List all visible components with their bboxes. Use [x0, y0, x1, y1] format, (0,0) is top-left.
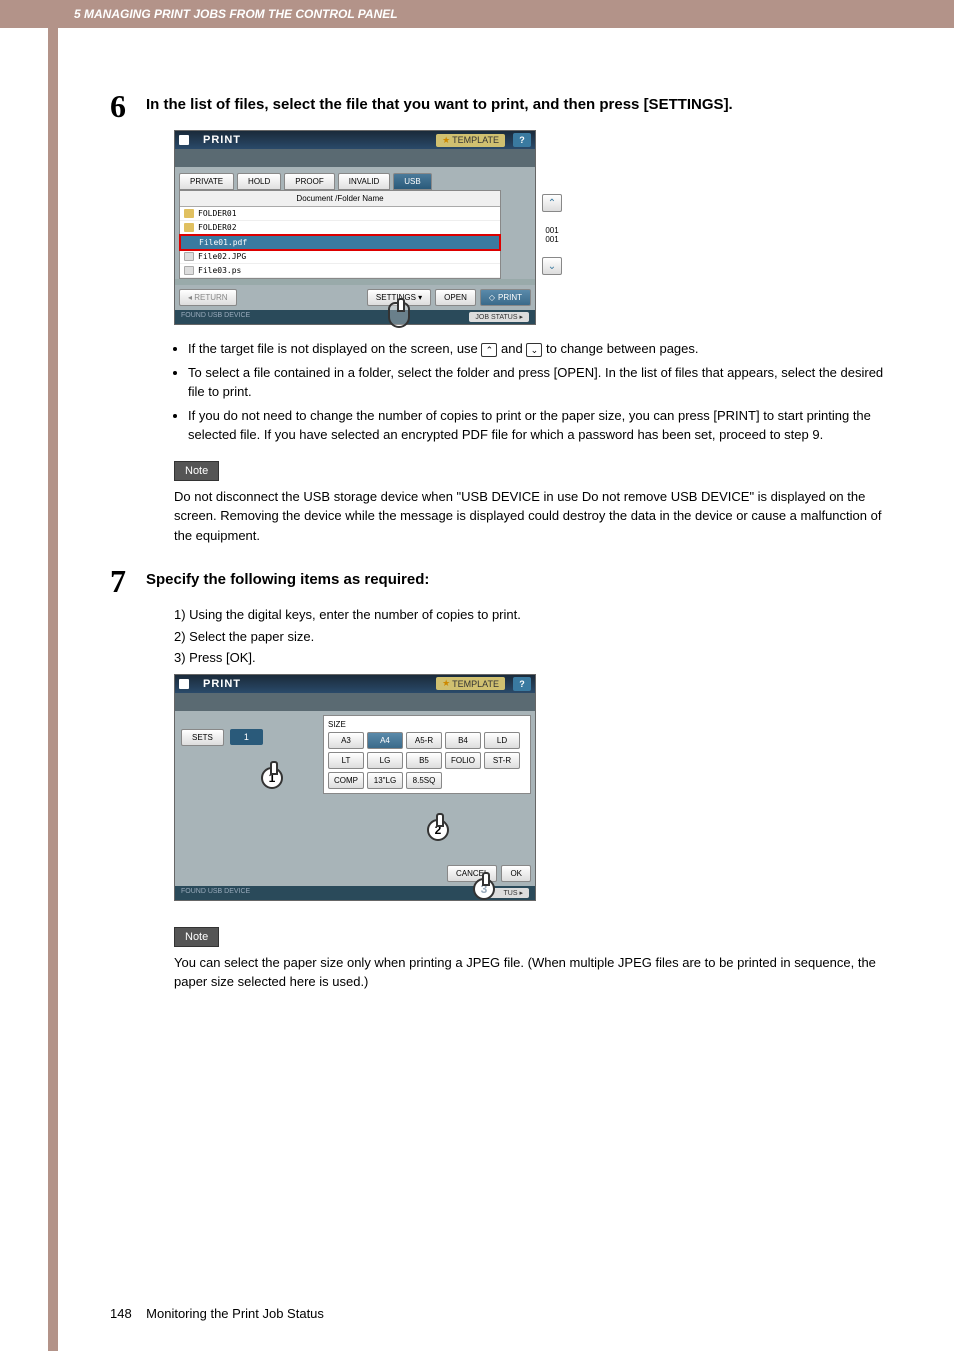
size-panel: SIZE A3 A4 A5-R B4 LD LT LG B5 FOLIO ST-… [323, 715, 531, 794]
size-folio[interactable]: FOLIO [445, 752, 481, 769]
step-7-items: 1) Using the digital keys, enter the num… [174, 605, 890, 668]
page-footer: 148 Monitoring the Print Job Status [110, 1306, 324, 1321]
sets-label: SETS [181, 729, 224, 746]
screen-title: PRINT [203, 678, 241, 690]
screen-title: PRINT [203, 134, 241, 146]
template-button[interactable]: ★TEMPLATE [436, 134, 505, 147]
settings-button[interactable]: SETTINGS ▾ [367, 289, 431, 306]
size-b5[interactable]: B5 [406, 752, 442, 769]
tab-private[interactable]: PRIVATE [179, 173, 234, 190]
folder-icon [184, 223, 194, 232]
list-header: Document /Folder Name [180, 191, 500, 207]
file-row[interactable]: File03.ps [180, 264, 500, 278]
scroll-up-button[interactable]: ⌃ [542, 194, 562, 212]
size-a5r[interactable]: A5-R [406, 732, 442, 749]
file-row[interactable]: FOLDER02 [180, 221, 500, 235]
template-button[interactable]: ★TEMPLATE [436, 677, 505, 690]
size-ld[interactable]: LD [484, 732, 520, 749]
print-button[interactable]: ◇PRINT [480, 289, 531, 306]
help-button[interactable]: ? [513, 133, 531, 147]
step-7-title: Specify the following items as required: [146, 565, 890, 588]
return-button[interactable]: ◂ RETURN [179, 289, 237, 306]
scroll-down-button[interactable]: ⌄ [542, 257, 562, 275]
help-button[interactable]: ? [513, 677, 531, 691]
size-a3[interactable]: A3 [328, 732, 364, 749]
file-row[interactable]: File02.JPG [180, 250, 500, 264]
step-6-title: In the list of files, select the file th… [146, 90, 890, 113]
tab-invalid[interactable]: INVALID [338, 173, 391, 190]
hand-cursor-icon [388, 302, 410, 328]
step-number-7: 7 [110, 565, 146, 597]
tab-hold[interactable]: HOLD [237, 173, 281, 190]
page-indicator: 001 001 [545, 226, 558, 244]
callout-1-icon: 1 [261, 767, 283, 789]
size-a4[interactable]: A4 [367, 732, 403, 749]
screenshot-2: PRINT ★TEMPLATE ? SETS 1 1 SIZE [174, 674, 536, 901]
size-comp[interactable]: COMP [328, 772, 364, 789]
file-icon [184, 266, 194, 275]
step-6-bullets: If the target file is not displayed on t… [174, 339, 890, 445]
printer-icon [179, 135, 189, 145]
callout-3-icon: 3 [473, 878, 495, 900]
size-label: SIZE [328, 720, 526, 729]
left-margin-bar [48, 0, 58, 1351]
file-row-selected[interactable]: File01.pdf [179, 234, 501, 251]
down-arrow-icon: ⌄ [526, 343, 542, 357]
up-arrow-icon: ⌃ [481, 343, 497, 357]
callout-2-icon: 2 [427, 819, 449, 841]
size-str[interactable]: ST-R [484, 752, 520, 769]
file-row[interactable]: FOLDER01 [180, 207, 500, 221]
note-label: Note [174, 927, 219, 947]
note-text: Do not disconnect the USB storage device… [174, 487, 890, 546]
file-icon [185, 238, 195, 247]
step-number-6: 6 [110, 90, 146, 122]
printer-icon [179, 679, 189, 689]
note-label: Note [174, 461, 219, 481]
size-85sq[interactable]: 8.5SQ [406, 772, 442, 789]
ok-button[interactable]: OK [501, 865, 531, 882]
size-13lg[interactable]: 13"LG [367, 772, 403, 789]
size-lt[interactable]: LT [328, 752, 364, 769]
folder-icon [184, 209, 194, 218]
file-icon [184, 252, 194, 261]
file-list: Document /Folder Name FOLDER01 FOLDER02 … [179, 190, 501, 279]
chapter-header: 5 MANAGING PRINT JOBS FROM THE CONTROL P… [0, 0, 954, 28]
note-text: You can select the paper size only when … [174, 953, 890, 992]
size-lg[interactable]: LG [367, 752, 403, 769]
tab-proof[interactable]: PROOF [284, 173, 334, 190]
job-status-button[interactable]: JOB STATUS ▸ [469, 312, 529, 322]
open-button[interactable]: OPEN [435, 289, 476, 306]
size-b4[interactable]: B4 [445, 732, 481, 749]
screenshot-1: PRINT ★TEMPLATE ? PRIVATE HOLD PROOF INV… [174, 130, 536, 325]
sets-value[interactable]: 1 [230, 729, 263, 745]
tab-usb[interactable]: USB [393, 173, 431, 190]
status-message: FOUND USB DEVICE [181, 312, 250, 322]
status-message: FOUND USB DEVICE [181, 888, 250, 898]
